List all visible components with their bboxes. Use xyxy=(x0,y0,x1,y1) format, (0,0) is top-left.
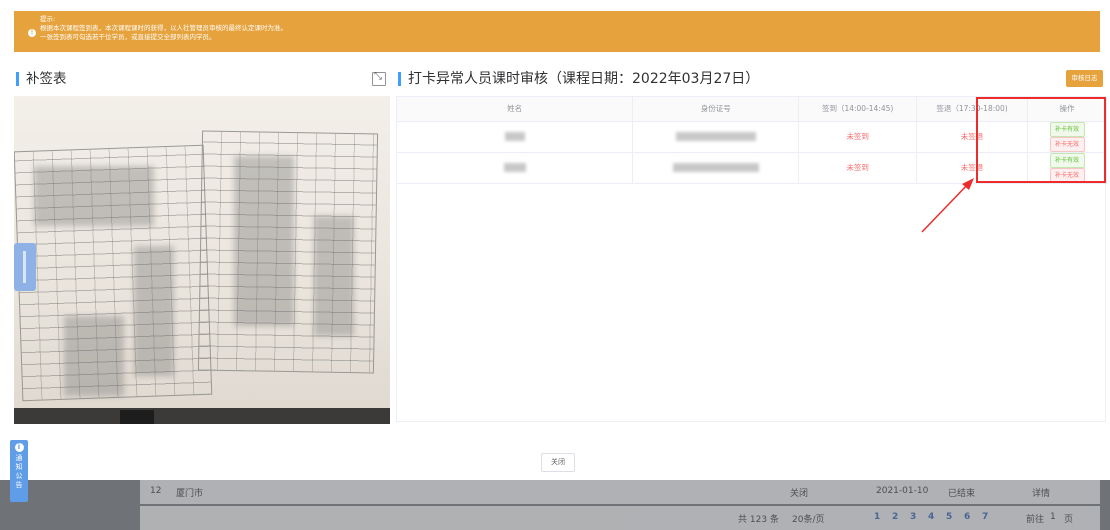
bg-row-date: 2021-01-10 xyxy=(876,486,929,496)
close-button[interactable]: 关闭 xyxy=(541,453,575,472)
pager-page-6[interactable]: 6 xyxy=(964,512,970,522)
alert-title: 提示: xyxy=(40,15,56,23)
sign-sheet-paper xyxy=(14,96,390,424)
masked-id-number xyxy=(675,132,756,142)
masked-name xyxy=(504,132,525,142)
pager-total: 共 123 条 xyxy=(738,515,779,525)
annotation-arrow xyxy=(921,178,974,233)
cell-sign-in-status: 未签到 xyxy=(798,152,918,184)
sheet-blur-4 xyxy=(64,316,124,396)
pager-page-4[interactable]: 4 xyxy=(928,512,934,522)
background-pagination: 共 123 条 20条/页 1 2 3 4 5 6 7 前往 1 页 xyxy=(140,506,1100,530)
bg-row-status: 已结束 xyxy=(948,489,976,499)
notice-tab[interactable]: i 通 知 公 告 xyxy=(10,440,28,502)
pager-page-2[interactable]: 2 xyxy=(892,512,898,522)
audit-log-button[interactable]: 审核日志 xyxy=(1066,70,1103,87)
pager-goto-input[interactable]: 1 xyxy=(1050,512,1056,522)
pager-page-suffix: 页 xyxy=(1064,515,1074,525)
alert-line-2: 一张签到表可勾选若干位学员，或直接提交全部列表内学员。 xyxy=(40,33,216,41)
pager-page-3[interactable]: 3 xyxy=(910,512,916,522)
tip-alert: ! 提示: 根据本次课程签到表，本次课程课时的获得，以人社管理员审核的最终认定课… xyxy=(14,11,1100,52)
sign-sheet-title: 补签表 xyxy=(16,71,67,87)
cell-name xyxy=(397,152,634,184)
pager-size-select[interactable]: 20条/页 xyxy=(792,512,825,525)
cell-id-number xyxy=(632,152,800,184)
masked-name xyxy=(503,163,526,173)
info-icon: ! xyxy=(28,29,36,37)
bg-row-index: 12 xyxy=(150,486,162,496)
sheet-blur-2 xyxy=(134,246,174,376)
sheet-blur-5 xyxy=(314,216,354,336)
pager-page-1[interactable]: 1 xyxy=(874,512,880,522)
bg-row-city: 厦门市 xyxy=(176,489,204,499)
pager-goto-label: 前往 xyxy=(1026,515,1045,525)
cell-id-number xyxy=(632,121,800,153)
bg-row-close-button[interactable]: 关闭 xyxy=(790,486,808,499)
cell-sign-in-status: 未签到 xyxy=(798,121,918,153)
pager-page-5[interactable]: 5 xyxy=(946,512,952,522)
col-header-sign-in: 签到（14:00-14:45) xyxy=(798,97,918,122)
background-table-row: 12 厦门市 关闭 2021-01-10 已结束 详情 xyxy=(140,478,1100,504)
photo-shadow xyxy=(14,408,390,424)
info-icon: i xyxy=(14,443,24,452)
masked-id-number xyxy=(672,163,759,173)
photo-clip xyxy=(120,410,154,424)
actions-highlight-box xyxy=(976,97,1106,183)
notice-char: 告 xyxy=(15,481,23,489)
image-drag-handle[interactable] xyxy=(14,243,36,291)
notice-char: 知 xyxy=(15,463,23,471)
cell-name xyxy=(397,121,634,153)
sheet-blur-3 xyxy=(234,156,294,326)
audit-title: 打卡异常人员课时审核（课程日期：2022年03月27日） xyxy=(398,71,759,87)
col-header-id-number: 身份证号 xyxy=(632,97,800,122)
notice-char: 通 xyxy=(15,454,23,462)
notice-char: 公 xyxy=(15,472,23,480)
pager-page-7[interactable]: 7 xyxy=(982,512,988,522)
makeup-audit-dialog: ! 提示: 根据本次课程签到表，本次课程课时的获得，以人社管理员审核的最终认定课… xyxy=(0,0,1110,480)
expand-icon[interactable] xyxy=(372,71,386,86)
sign-sheet-image xyxy=(14,96,390,424)
sheet-blur-1 xyxy=(34,166,154,226)
alert-line-1: 根据本次课程签到表，本次课程课时的获得，以人社管理员审核的最终认定课时为准。 xyxy=(40,24,287,32)
bg-row-detail-button[interactable]: 详情 xyxy=(1032,486,1050,499)
col-header-name: 姓名 xyxy=(397,97,634,122)
